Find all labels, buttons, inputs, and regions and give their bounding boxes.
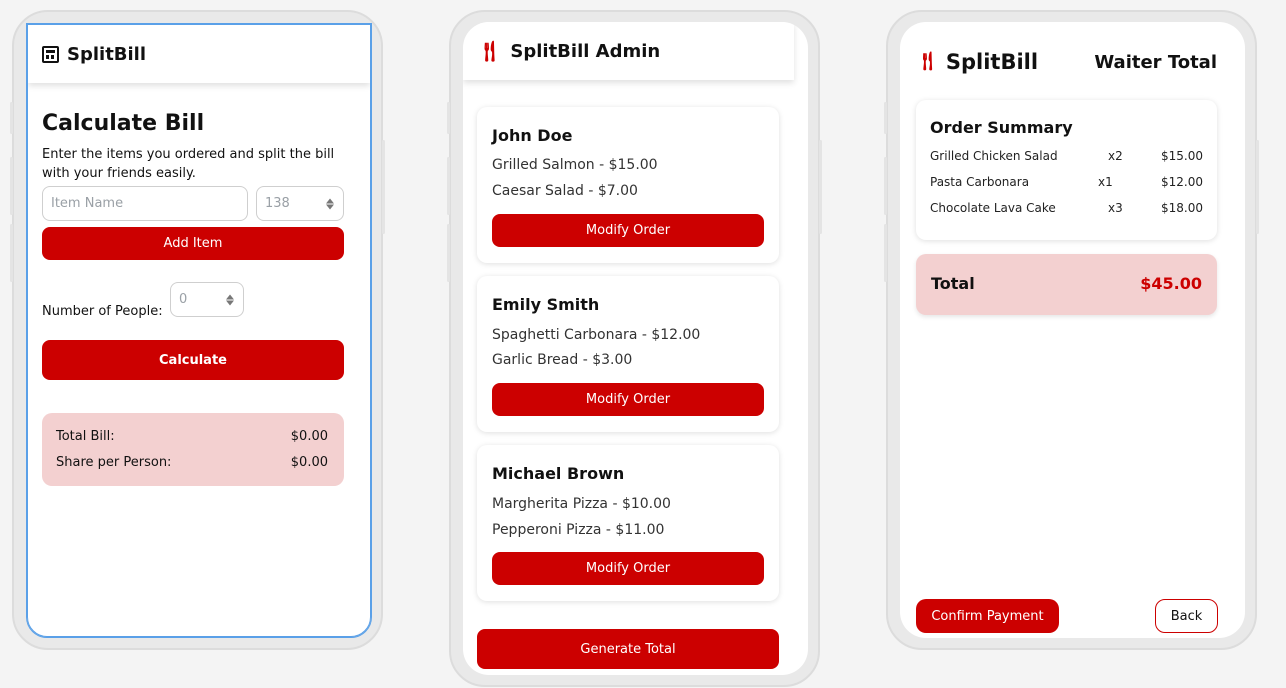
side-button xyxy=(447,157,450,215)
total-bill-label: Total Bill: xyxy=(56,429,115,444)
phone-frame-waiter: 🍴︎ SplitBill Waiter Total Order Summary … xyxy=(884,10,1259,650)
share-label: Share per Person: xyxy=(56,455,172,470)
total-bill-row: Total Bill: $0.00 xyxy=(56,429,328,444)
people-label: Number of People: xyxy=(42,304,163,319)
summary-row: Pasta Carbonara x1 $12.00 xyxy=(930,175,1203,191)
side-button xyxy=(447,102,450,134)
order-summary-title: Order Summary xyxy=(930,118,1073,137)
order-item: Pepperoni Pizza - $11.00 xyxy=(492,522,665,538)
item-price-input[interactable]: 138 xyxy=(256,186,344,221)
order-card: Emily Smith Spaghetti Carbonara - $12.00… xyxy=(477,276,779,432)
summary-item-price: $18.00 xyxy=(1161,201,1203,215)
utensils-icon: 🍴︎ xyxy=(916,51,939,72)
item-name-input[interactable]: Item Name xyxy=(42,186,248,221)
side-button xyxy=(884,157,887,215)
add-item-button[interactable]: Add Item xyxy=(42,227,344,260)
side-button xyxy=(447,224,450,282)
order-card: Michael Brown Margherita Pizza - $10.00 … xyxy=(477,445,779,601)
side-button xyxy=(884,224,887,282)
order-card: John Doe Grilled Salmon - $15.00 Caesar … xyxy=(477,107,779,263)
generate-total-button[interactable]: Generate Total xyxy=(477,629,779,669)
people-input[interactable]: 0 xyxy=(170,282,244,317)
summary-item-name: Grilled Chicken Salad xyxy=(930,149,1058,163)
side-button xyxy=(884,102,887,134)
modify-order-button[interactable]: Modify Order xyxy=(492,214,764,247)
back-button[interactable]: Back xyxy=(1155,599,1218,633)
side-button xyxy=(1256,140,1259,234)
screen-admin: 🍴︎ SplitBill Admin John Doe Grilled Salm… xyxy=(463,22,808,675)
people-value: 0 xyxy=(179,292,188,307)
phone-frame-calculate: SplitBill Calculate Bill Enter the items… xyxy=(10,10,385,650)
customer-name: John Doe xyxy=(492,126,573,145)
item-price-value: 138 xyxy=(265,196,290,211)
total-value: $45.00 xyxy=(1140,274,1202,293)
number-spinner-icon[interactable] xyxy=(326,198,334,209)
result-box: Total Bill: $0.00 Share per Person: $0.0… xyxy=(42,413,344,486)
confirm-payment-button[interactable]: Confirm Payment xyxy=(916,599,1059,633)
order-item: Grilled Salmon - $15.00 xyxy=(492,157,658,173)
app-title: SplitBill xyxy=(67,43,147,65)
summary-row: Grilled Chicken Salad x2 $15.00 xyxy=(930,149,1203,165)
customer-name: Emily Smith xyxy=(492,295,600,314)
modify-order-button[interactable]: Modify Order xyxy=(492,552,764,585)
app-header: 🍴︎ SplitBill xyxy=(916,50,1038,74)
app-title: SplitBill xyxy=(945,50,1039,74)
order-item: Spaghetti Carbonara - $12.00 xyxy=(492,327,701,343)
utensils-icon: 🍴︎ xyxy=(477,39,503,63)
share-value: $0.00 xyxy=(290,455,328,470)
number-spinner-icon[interactable] xyxy=(226,294,234,305)
side-button xyxy=(10,157,13,215)
app-header: SplitBill xyxy=(28,25,370,83)
page-title: Waiter Total xyxy=(1094,52,1217,73)
summary-item-qty: x3 xyxy=(1108,201,1123,215)
app-header: 🍴︎ SplitBill Admin xyxy=(463,22,794,80)
order-item: Caesar Salad - $7.00 xyxy=(492,183,638,199)
screen-waiter: 🍴︎ SplitBill Waiter Total Order Summary … xyxy=(900,22,1245,638)
calculator-icon xyxy=(42,45,59,63)
share-row: Share per Person: $0.00 xyxy=(56,455,328,470)
page-title: Calculate Bill xyxy=(42,111,205,136)
screen-calculate: SplitBill Calculate Bill Enter the items… xyxy=(26,23,372,638)
side-button xyxy=(382,140,385,234)
summary-item-name: Chocolate Lava Cake xyxy=(930,201,1056,215)
side-button xyxy=(10,224,13,282)
customer-name: Michael Brown xyxy=(492,464,625,483)
order-item: Garlic Bread - $3.00 xyxy=(492,352,633,368)
summary-row: Chocolate Lava Cake x3 $18.00 xyxy=(930,201,1203,217)
side-button xyxy=(10,102,13,134)
total-box: Total $45.00 xyxy=(916,254,1217,315)
summary-item-qty: x1 xyxy=(1098,175,1113,189)
total-label: Total xyxy=(931,274,975,293)
summary-item-price: $12.00 xyxy=(1161,175,1203,189)
summary-item-name: Pasta Carbonara xyxy=(930,175,1030,189)
order-summary-card: Order Summary Grilled Chicken Salad x2 $… xyxy=(916,100,1217,240)
summary-item-qty: x2 xyxy=(1108,149,1123,163)
calculate-button[interactable]: Calculate xyxy=(42,340,344,380)
order-item: Margherita Pizza - $10.00 xyxy=(492,496,671,512)
phone-frame-admin: 🍴︎ SplitBill Admin John Doe Grilled Salm… xyxy=(447,10,822,687)
side-button xyxy=(819,140,822,234)
app-title: SplitBill Admin xyxy=(510,40,661,62)
total-bill-value: $0.00 xyxy=(290,429,328,444)
page-subtitle: Enter the items you ordered and split th… xyxy=(42,147,335,181)
summary-item-price: $15.00 xyxy=(1161,149,1203,163)
modify-order-button[interactable]: Modify Order xyxy=(492,383,764,416)
